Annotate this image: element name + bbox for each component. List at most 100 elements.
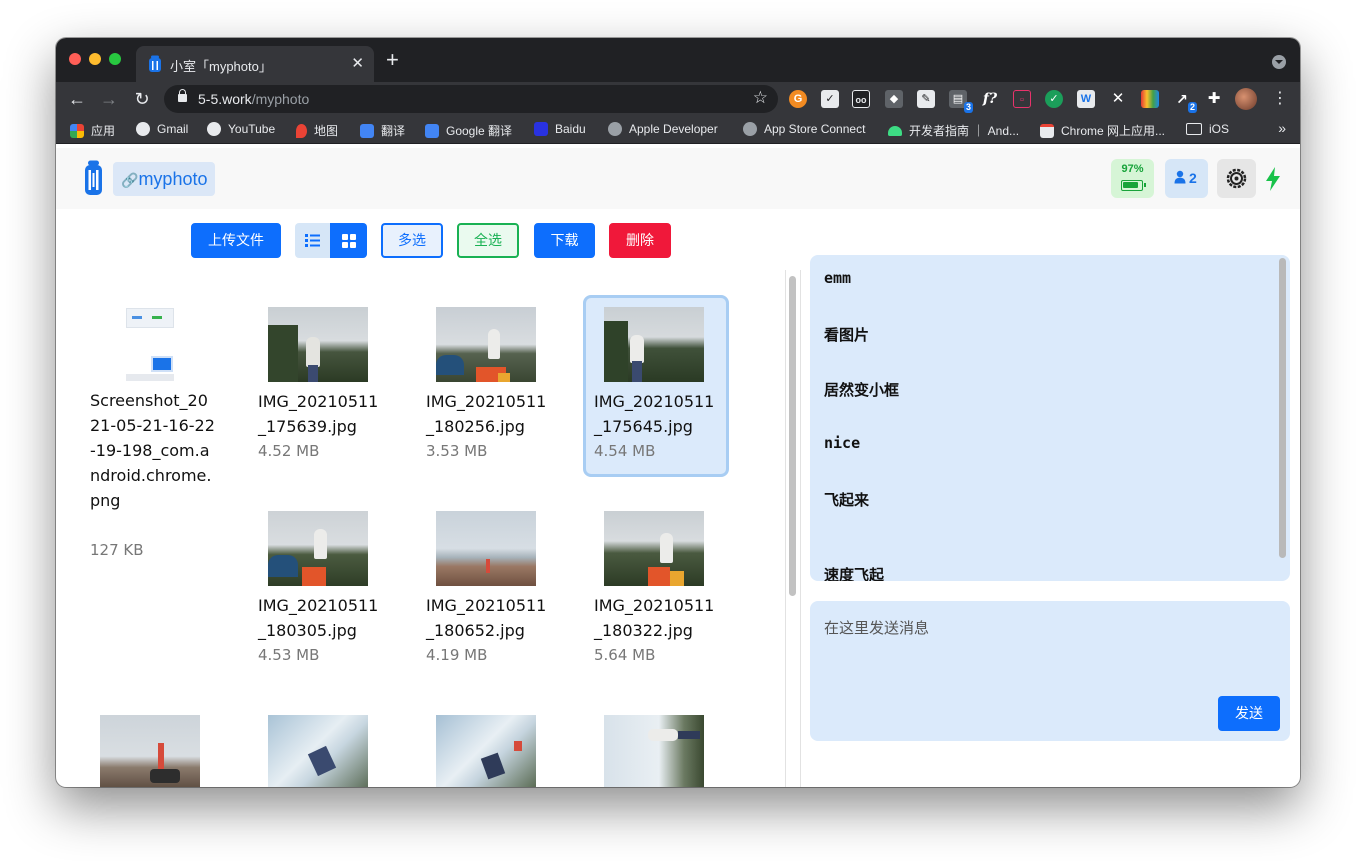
grid-view-button[interactable] [330,223,367,258]
bookmark-gmail[interactable]: Gmail [136,122,188,136]
browser-tab[interactable]: 小室「myphoto」 ✕ [136,46,374,82]
message-input[interactable] [824,617,1264,677]
apps-grid-icon [70,123,84,138]
address-bar[interactable]: 5-5.work/myphoto ☆ [164,85,778,113]
bookmark-baidu[interactable]: Baidu [534,122,586,136]
file-size: 4.19 MB [426,646,488,664]
lock-icon [178,89,187,102]
maximize-window-button[interactable] [109,53,121,65]
extension-w-icon[interactable]: W [1077,90,1095,108]
extension-bug-icon[interactable]: ✓ [1045,90,1063,108]
globe-icon [136,122,150,136]
bookmark-youtube[interactable]: YouTube [207,122,275,136]
download-button[interactable]: 下载 [534,223,595,258]
chat-message: emm [824,269,852,287]
maps-pin-icon [296,123,307,138]
gear-icon [1226,168,1247,189]
url-text: 5-5.work/myphoto [198,91,310,107]
bookmark-star-icon[interactable]: ☆ [753,88,768,108]
bookmark-apple-developer[interactable]: Apple Developer [608,122,718,136]
apple-icon [743,122,757,136]
extension-check-icon[interactable]: ✓ [821,90,839,108]
close-window-button[interactable] [69,53,81,65]
forward-arrow-icon[interactable]: → [98,88,120,110]
chat-messages: emm 看图片 居然变小框 nice 飞起来 速度飞起 [810,255,1290,581]
app-logo-icon [85,160,102,195]
file-name: IMG_20210511_180322.jpg [594,596,715,640]
extension-palette-icon[interactable] [1141,90,1159,108]
extension-edit-icon[interactable]: ✎ [917,90,935,108]
select-all-button[interactable]: 全选 [457,223,519,258]
new-tab-button[interactable]: + [386,48,399,72]
extensions-puzzle-icon[interactable]: ✚ [1205,90,1223,108]
bookmark-google-translate[interactable]: Google 翻译 [425,122,512,139]
reload-icon[interactable]: ↻ [131,88,153,110]
settings-button[interactable] [1217,159,1256,198]
lightning-bolt-icon[interactable] [1265,167,1281,191]
bookmark-apps[interactable]: 应用 [70,122,115,139]
extension-formula-icon[interactable]: f? [981,90,999,108]
user-icon [1174,170,1186,184]
upload-button[interactable]: 上传文件 [191,223,281,258]
bookmarks-bar: 应用 Gmail YouTube 地图 翻译 Google 翻译 Baidu A… [56,116,1300,144]
bookmark-maps[interactable]: 地图 [296,122,338,139]
extension-x-icon[interactable]: ✕ [1109,90,1127,108]
delete-button[interactable]: 删除 [609,223,671,258]
send-button[interactable]: 发送 [1218,696,1280,731]
bookmarks-overflow-icon[interactable]: » [1278,120,1286,136]
tab-strip: 小室「myphoto」 ✕ + [56,38,1300,82]
file-thumbnail [268,715,368,787]
file-name: IMG_20210511_180305.jpg [258,596,379,640]
file-thumbnail [604,715,704,787]
tab-close-icon[interactable]: ✕ [351,54,364,72]
link-icon: 🔗 [121,172,139,188]
extension-gesture-icon[interactable]: ↗ 2 [1173,90,1197,113]
multi-select-button[interactable]: 多选 [381,223,443,258]
file-thumbnail [604,307,704,382]
message-composer: 发送 [810,601,1290,741]
file-name: IMG_20210511_175639.jpg [258,392,379,436]
browser-window: 小室「myphoto」 ✕ + ← → ↻ 5-5.work/myphoto ☆… [56,38,1300,787]
android-icon [888,125,902,136]
extension-cube-icon[interactable]: ◆ [885,90,903,108]
profile-avatar[interactable] [1235,88,1257,110]
bookmark-chrome-webstore[interactable]: Chrome 网上应用... [1040,122,1165,139]
bookmark-folder-ios[interactable]: iOS [1186,122,1229,136]
chat-scrollbar[interactable] [1279,258,1286,558]
menu-kebab-icon[interactable]: ⋮ [1272,88,1288,108]
file-thumbnail [436,307,536,382]
file-size: 4.53 MB [258,646,320,664]
extension-g-icon[interactable]: G [789,90,807,108]
extension-stack-icon[interactable]: ▤ 3 [949,90,973,113]
bookmark-android-guide[interactable]: 开发者指南 ｜ And... [888,122,1019,139]
chat-message: nice [824,434,861,452]
file-name: Screenshot_2021-05-21-16-22-19-198_com.a… [90,391,215,510]
extension-chat-icon[interactable]: ▫ [1013,90,1031,108]
app-header: 🔗myphoto 97% 2 [56,148,1300,209]
file-size: 4.52 MB [258,442,320,460]
file-name: IMG_20210511_175645.jpg [594,392,715,436]
globe-icon [207,122,221,136]
grid-icon [342,234,356,248]
file-name: IMG_20210511_180652.jpg [426,596,547,640]
list-view-button[interactable] [295,223,330,258]
battery-status: 97% [1111,159,1154,198]
bookmark-translate[interactable]: 翻译 [360,122,405,139]
file-name: IMG_20210511_180256.jpg [426,392,547,436]
bookmark-app-store-connect[interactable]: App Store Connect [743,122,865,136]
app-name-link[interactable]: 🔗myphoto [113,162,216,196]
minimize-window-button[interactable] [89,53,101,65]
chat-message: 飞起来 [824,491,870,509]
file-list-scrollbar[interactable] [789,276,796,596]
panel-divider [800,270,801,787]
back-arrow-icon[interactable]: ← [66,88,88,110]
file-grid: Screenshot_2021-05-21-16-22-19-198_com.a… [56,270,786,787]
tab-title: 小室「myphoto」 [170,59,272,74]
file-thumbnail [604,511,704,586]
folder-icon [1186,123,1202,135]
online-users-button[interactable]: 2 [1165,159,1208,198]
extension-glasses-icon[interactable]: oo [852,90,870,108]
tab-search-icon[interactable] [1272,55,1286,69]
file-size: 3.53 MB [426,442,488,460]
file-size: 4.54 MB [594,442,656,460]
